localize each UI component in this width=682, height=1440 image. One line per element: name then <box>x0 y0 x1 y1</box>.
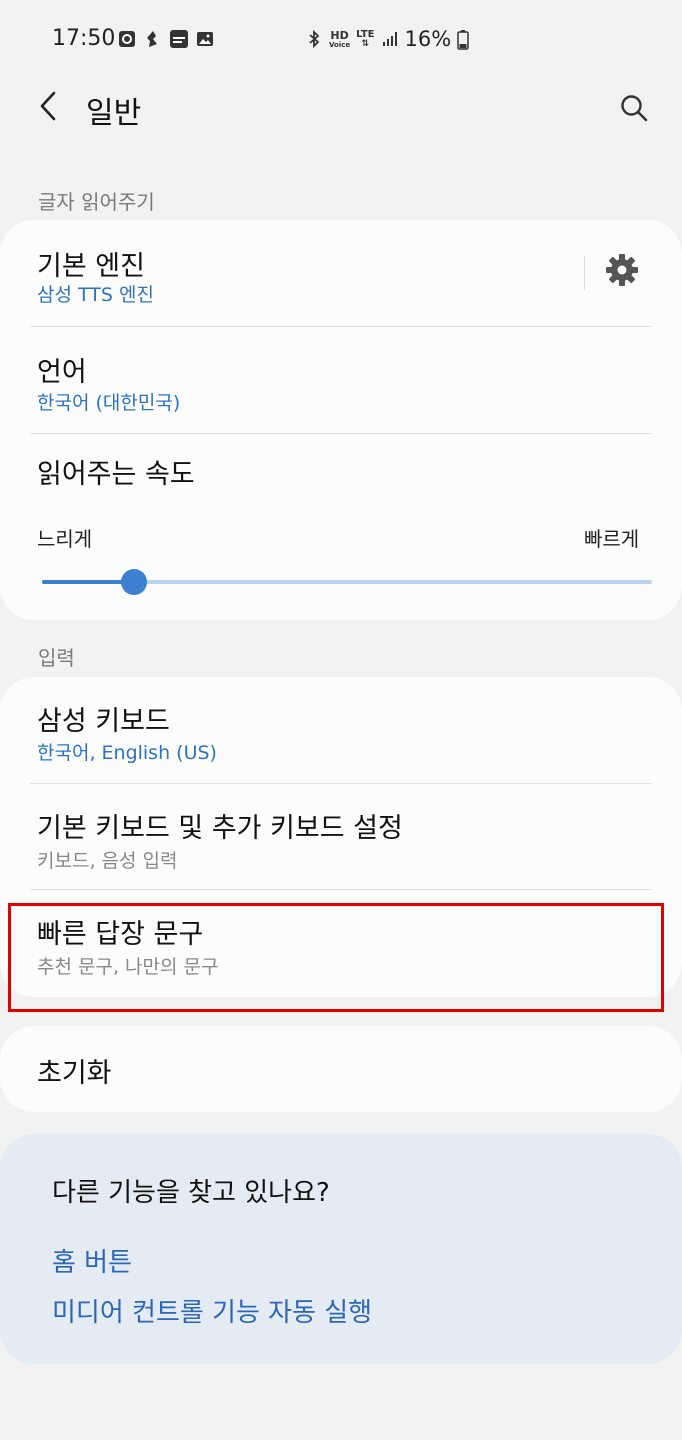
slider-thumb[interactable] <box>121 569 147 595</box>
highlight-box <box>8 903 664 1012</box>
section-header-input: 입력 <box>38 646 75 670</box>
mstock-icon <box>170 30 188 48</box>
hd-voice-indicator: HD Voice <box>329 28 351 49</box>
battery-percent: 16% <box>404 27 452 51</box>
default-engine-title: 기본 엔진 <box>37 251 145 282</box>
suggestion-link-media-control[interactable]: 미디어 컨트롤 기능 자동 실행 <box>52 1292 372 1329</box>
lte-indicator: LTE ⇅ <box>356 28 375 49</box>
status-system-icons: HD Voice LTE ⇅ 16% <box>305 27 469 51</box>
reset-title: 초기화 <box>37 1058 112 1089</box>
speed-slow-label: 느리게 <box>37 527 93 551</box>
engine-divider <box>584 256 585 290</box>
row-default-engine[interactable]: 기본 엔진 삼성 TTS 엔진 <box>0 220 682 326</box>
default-keyboard-title: 기본 키보드 및 추가 키보드 설정 <box>37 813 403 844</box>
speech-rate-title: 읽어주는 속도 <box>37 459 195 490</box>
samsung-keyboard-title: 삼성 키보드 <box>37 706 170 737</box>
engine-settings-button[interactable] <box>600 250 644 294</box>
battery-icon <box>457 30 469 50</box>
app-bar: 일반 <box>0 78 682 142</box>
page-title: 일반 <box>86 96 142 131</box>
bluetooth-icon <box>305 30 323 48</box>
default-keyboard-value: 키보드, 음성 입력 <box>37 850 178 872</box>
status-bar: 17:50 HD Voice LTE ⇅ 16% <box>0 0 682 80</box>
reset-card[interactable]: 초기화 <box>0 1026 682 1112</box>
language-value: 한국어 (대한민국) <box>37 392 181 414</box>
search-button[interactable] <box>612 88 656 132</box>
data-arrows-icon: ⇅ <box>361 38 370 49</box>
gallery-icon <box>196 30 214 48</box>
language-title: 언어 <box>37 357 87 388</box>
gear-icon <box>604 252 640 292</box>
row-default-keyboard[interactable]: 기본 키보드 및 추가 키보드 설정 키보드, 음성 입력 <box>0 784 682 890</box>
section-header-tts: 글자 읽어주기 <box>38 190 155 214</box>
suggestion-link-home-button[interactable]: 홈 버튼 <box>52 1242 132 1279</box>
samsung-keyboard-value: 한국어, English (US) <box>37 742 217 764</box>
default-engine-value: 삼성 TTS 엔진 <box>37 284 154 306</box>
screen-record-icon <box>118 30 136 48</box>
row-language[interactable]: 언어 한국어 (대한민국) <box>0 327 682 433</box>
speed-fast-label: 빠르게 <box>584 527 640 551</box>
back-arrow-icon <box>36 90 60 126</box>
status-notification-icons <box>118 30 214 48</box>
signal-icon <box>381 30 399 48</box>
status-time: 17:50 <box>52 26 116 51</box>
app-notification-icon <box>144 30 162 48</box>
back-button[interactable] <box>28 88 68 128</box>
suggestions-title: 다른 기능을 찾고 있나요? <box>52 1178 330 1208</box>
search-icon <box>619 93 649 127</box>
row-samsung-keyboard[interactable]: 삼성 키보드 한국어, English (US) <box>0 677 682 783</box>
row-speech-rate: 읽어주는 속도 <box>0 434 682 620</box>
